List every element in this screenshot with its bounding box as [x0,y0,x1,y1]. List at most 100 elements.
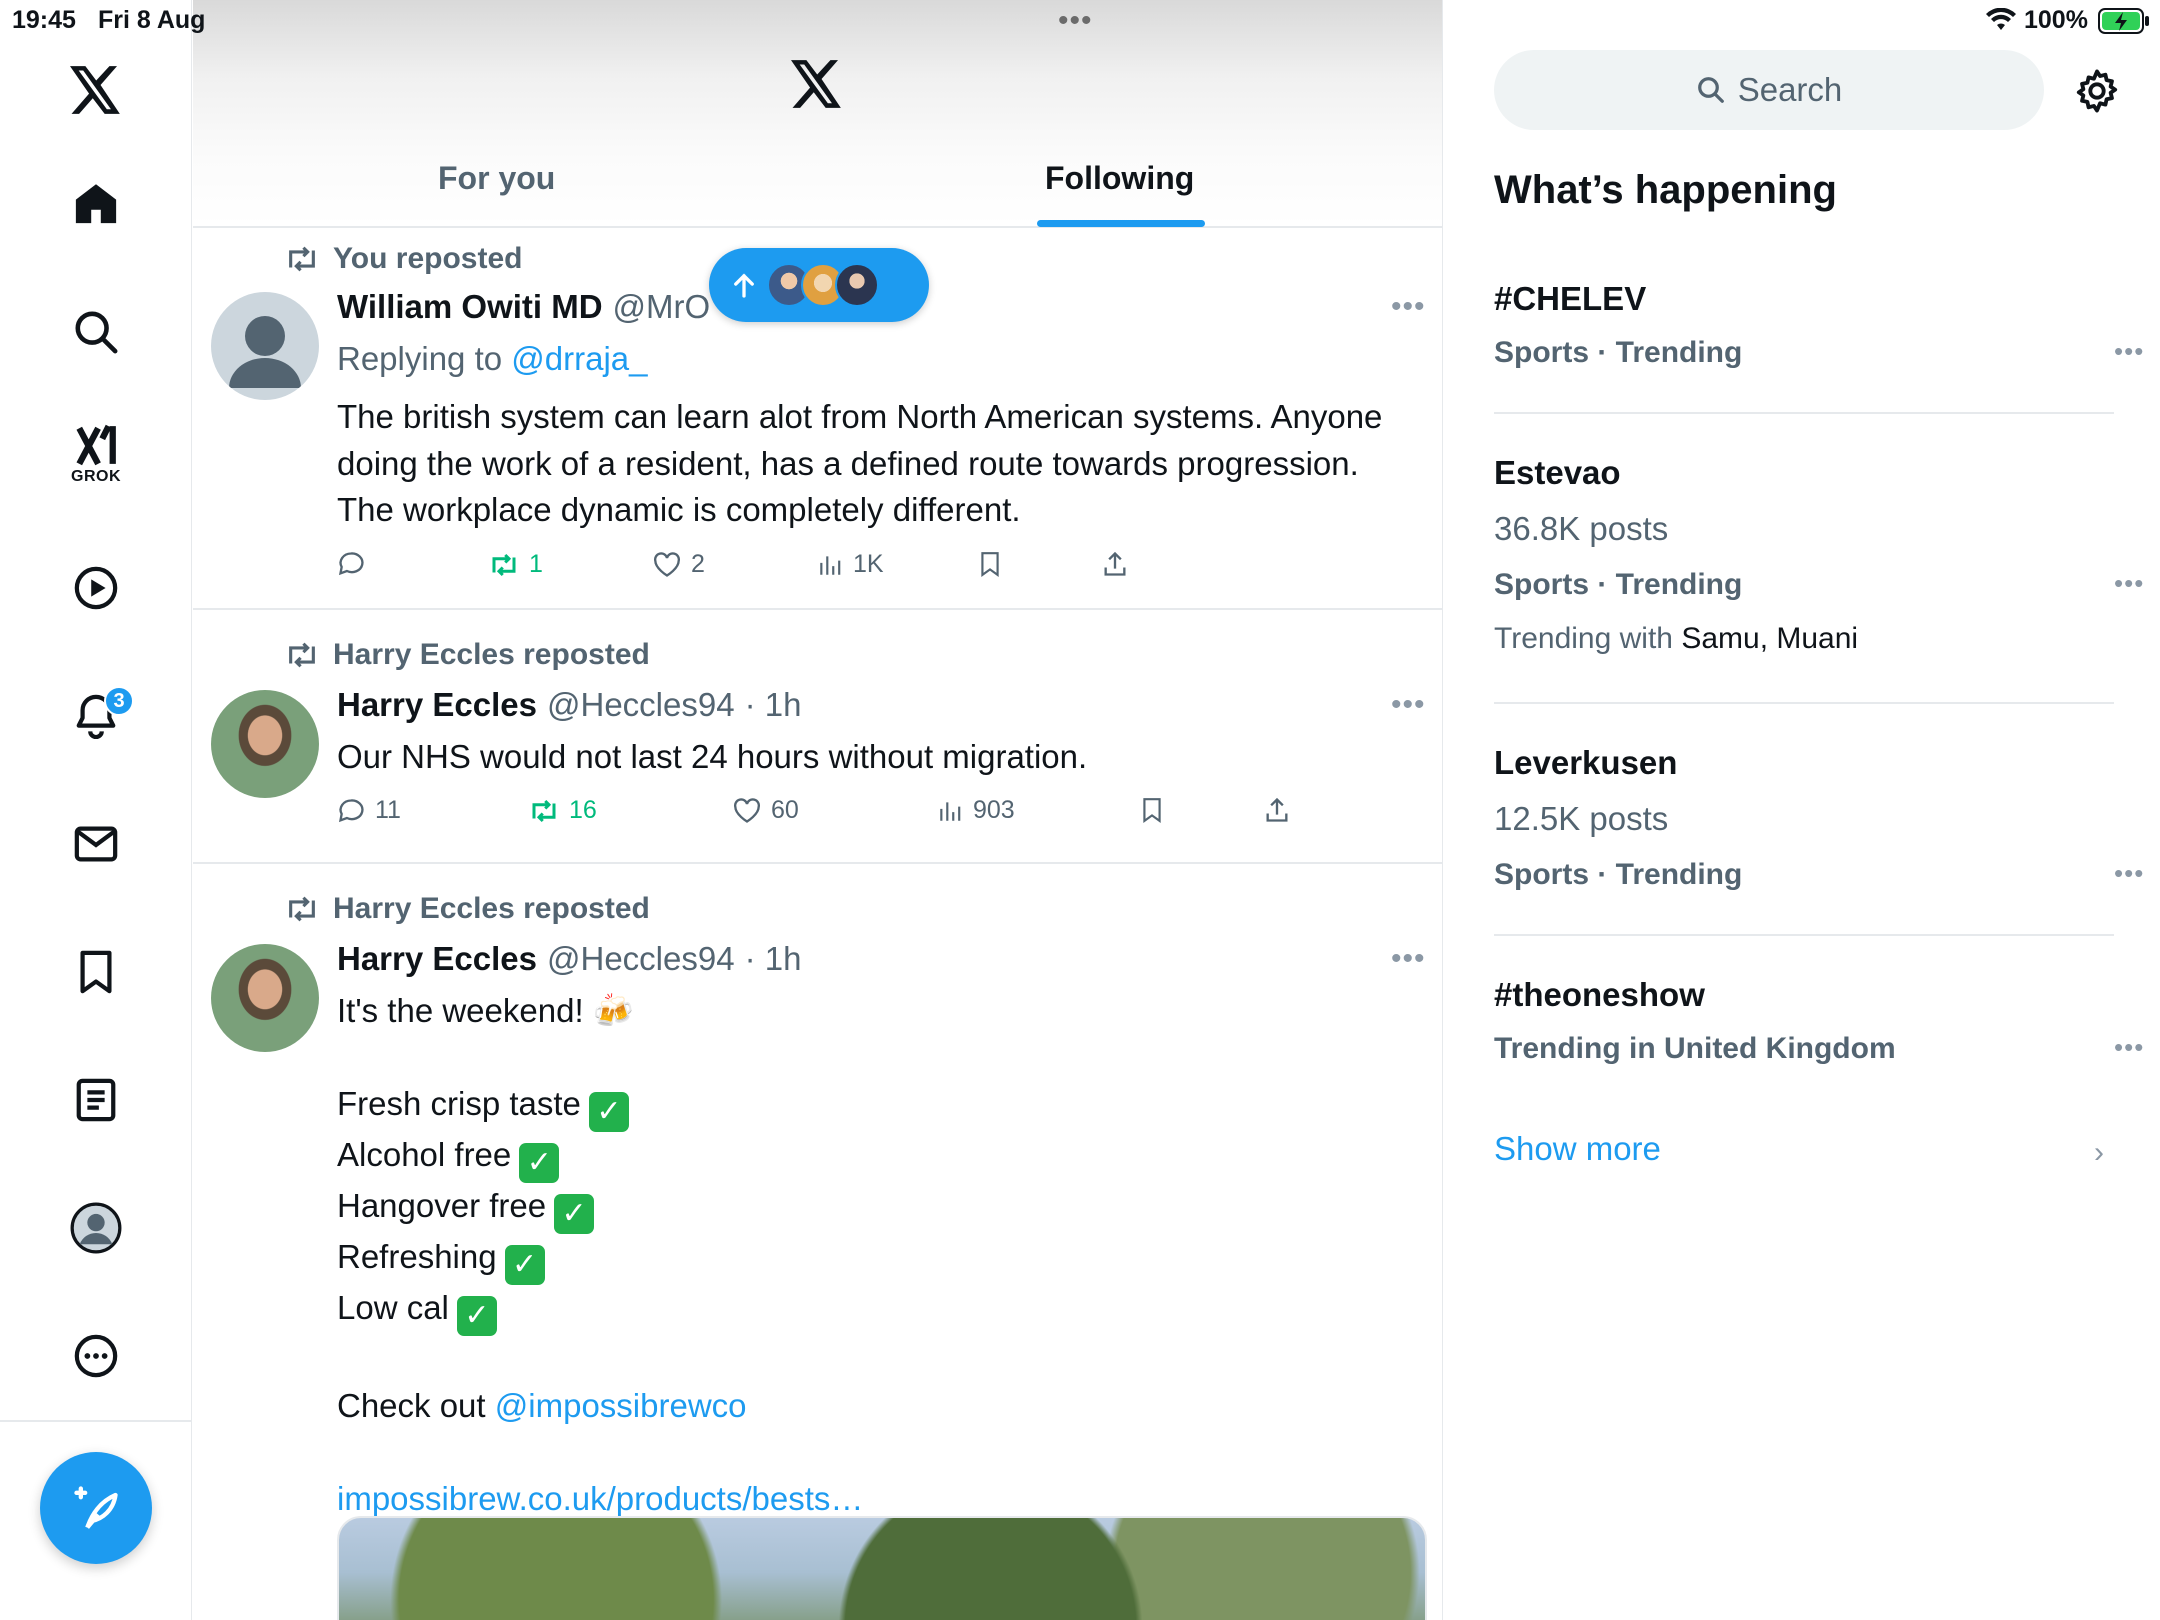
search-icon[interactable] [60,296,132,368]
trend-item[interactable]: #theoneshow Trending in United Kingdom •… [1494,976,2143,1086]
post-text: The british system can learn alot from N… [337,398,1383,528]
battery-charging-icon [2098,8,2150,39]
trend-context: Trending with Samu, Muani [1494,622,1858,656]
profile-avatar-icon[interactable] [60,1192,132,1264]
post-intro: It's the weekend! 🍻 [337,992,634,1029]
trend-more-button[interactable]: ••• [2114,858,2144,889]
bookmark-icon[interactable] [60,936,132,1008]
share-button[interactable] [1263,796,1291,824]
reply-button[interactable]: 11 [337,796,401,825]
more-circle-icon[interactable] [60,1320,132,1392]
avatar [835,263,879,307]
trend-more-button[interactable]: ••• [2114,1032,2144,1063]
list-icon[interactable] [60,1064,132,1136]
right-sidebar: Search What’s happening #CHELEV Sports ·… [1444,0,2160,1620]
compose-button[interactable] [40,1452,152,1564]
trend-context-prefix: Trending with [1494,622,1673,655]
list-item-text: Hangover free [337,1187,547,1224]
gear-icon[interactable] [2074,68,2120,119]
repost-count: 1 [529,550,543,578]
repost-indicator: Harry Eccles reposted [285,638,650,672]
multitask-dots[interactable]: ••• [1058,4,1093,38]
list-item: Fresh crisp taste ✓ [337,1081,1397,1132]
author-name[interactable]: William Owiti MD [337,288,603,326]
author-handle[interactable]: @Heccles94 [547,940,735,978]
post-author[interactable]: Harry Eccles @Heccles94 · 1h [337,686,801,724]
repost-icon [289,246,315,272]
check-mark-icon: ✓ [504,1245,545,1285]
chevron-right-icon[interactable]: › [2094,1136,2104,1170]
repost-icon [289,642,315,668]
list-item: Refreshing ✓ [337,1234,1397,1285]
bookmark-button[interactable] [1139,796,1165,824]
repost-button[interactable]: 1 [489,550,543,579]
trend-name: Estevao [1494,454,1621,491]
list-item-text: Refreshing [337,1238,497,1275]
views-button[interactable]: 903 [937,796,1015,825]
bell-icon[interactable]: 3 [60,680,134,752]
avatar[interactable] [211,944,319,1052]
post-more-button[interactable]: ••• [1391,688,1426,722]
trend-meta: Sports · Trending [1494,568,1743,601]
post-time[interactable]: · 1h [745,686,802,724]
show-more-link[interactable]: Show more [1494,1130,1661,1168]
author-handle[interactable]: @Heccles94 [547,686,735,724]
trend-item[interactable]: Leverkusen 12.5K posts Sports · Trending… [1494,744,2143,904]
share-button[interactable] [1101,550,1129,578]
post[interactable]: Harry Eccles reposted Harry Eccles @Hecc… [193,610,1442,864]
share-icon [1104,551,1126,576]
left-nav: GROK 3 [0,0,192,1620]
author-name[interactable]: Harry Eccles [337,940,537,978]
mention-link[interactable]: @impossibrewco [495,1387,747,1424]
grok-icon[interactable]: GROK [60,418,132,490]
timeline: For you Following You reposted William O… [193,0,1443,1620]
repost-icon [492,553,516,576]
share-icon [1266,797,1288,822]
post[interactable]: Harry Eccles reposted Harry Eccles @Hecc… [193,864,1442,1620]
list-item: Alcohol free ✓ [337,1132,1397,1183]
trend-item[interactable]: #CHELEV Sports · Trending ••• [1494,280,2143,400]
like-count: 60 [771,796,799,824]
trend-item[interactable]: Estevao 36.8K posts Sports · Trending ••… [1494,454,2143,664]
heart-icon [654,551,680,577]
repost-button[interactable]: 16 [529,796,597,825]
trend-name: #theoneshow [1494,976,1705,1013]
list-item-text: Low cal [337,1289,449,1326]
reply-mention-link[interactable]: @drraja_ [511,340,647,377]
like-button[interactable]: 2 [653,550,705,579]
home-icon[interactable] [60,168,132,240]
avatar[interactable] [211,292,319,400]
bookmark-button[interactable] [977,550,1003,578]
trend-more-button[interactable]: ••• [2114,568,2144,599]
author-handle[interactable]: @MrO [613,288,711,326]
x-logo-icon[interactable] [60,54,132,126]
tab-for-you[interactable]: For you [438,160,555,197]
tab-following[interactable]: Following [1045,160,1194,197]
like-button[interactable]: 60 [733,796,799,825]
check-mark-icon: ✓ [588,1092,629,1132]
search-input[interactable]: Search [1494,50,2044,130]
search-icon [1697,77,1724,103]
post-author[interactable]: William Owiti MD @MrO [337,288,710,326]
views-button[interactable]: 1K [817,550,884,579]
play-icon[interactable] [60,552,132,624]
post-text: It's the weekend! 🍻 Fresh crisp taste ✓ A… [337,988,1397,1522]
post-time[interactable]: · 1h [745,940,802,978]
replying-prefix: Replying to [337,340,503,377]
trend-name: Leverkusen [1494,744,1678,781]
mail-icon[interactable] [60,808,132,880]
list-item-text: Fresh crisp taste [337,1085,581,1122]
post-author[interactable]: Harry Eccles @Heccles94 · 1h [337,940,801,978]
reply-button[interactable] [337,550,365,578]
post-actions: 1 2 1K [337,550,1337,590]
views-icon [820,555,841,575]
author-name[interactable]: Harry Eccles [337,686,537,724]
post-more-button[interactable]: ••• [1391,942,1426,976]
repost-indicator: Harry Eccles reposted [285,892,650,926]
new-posts-pill[interactable] [709,248,929,322]
avatar[interactable] [211,690,319,798]
x-logo-icon[interactable] [791,60,843,113]
post-more-button[interactable]: ••• [1391,290,1426,324]
post-media-image[interactable] [337,1516,1427,1620]
trend-more-button[interactable]: ••• [2114,336,2144,367]
